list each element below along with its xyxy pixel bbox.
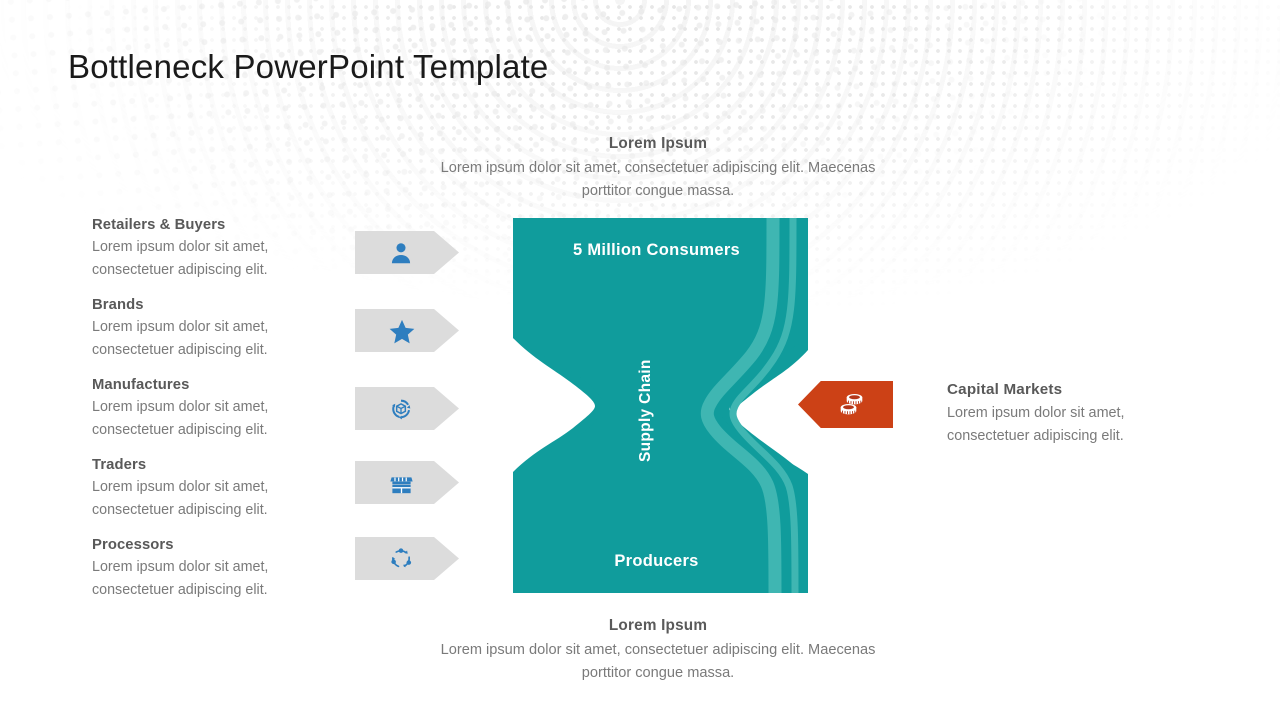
list-item-title: Processors (92, 537, 174, 553)
chevron-arrow-processors[interactable] (355, 537, 459, 580)
box-cycle-icon (388, 396, 414, 422)
hourglass-top-label: 5 Million Consumers (572, 241, 741, 259)
storefront-icon (388, 470, 414, 496)
list-item-title: Traders (92, 457, 147, 473)
list-item-desc: Lorem ipsum dolor sit amet, consectetuer… (92, 239, 269, 278)
list-item[interactable]: Manufactures Lorem ipsum dolor sit amet,… (92, 374, 344, 442)
process-cycle-icon (388, 546, 414, 572)
list-item-title: Manufactures (92, 377, 190, 393)
list-item[interactable]: Traders Lorem ipsum dolor sit amet, cons… (92, 454, 344, 522)
list-item-desc: Lorem ipsum dolor sit amet, consectetuer… (92, 319, 269, 358)
list-item[interactable]: Retailers & Buyers Lorem ipsum dolor sit… (92, 214, 344, 282)
chevron-arrow-manufactures[interactable] (355, 387, 459, 430)
list-item-title: Brands (92, 297, 144, 313)
coins-stack-icon (835, 390, 869, 420)
list-item-desc: Lorem ipsum dolor sit amet, consectetuer… (92, 559, 269, 598)
top-block-title: Lorem Ipsum (608, 135, 708, 152)
capital-markets-desc: Lorem ipsum dolor sit amet, consectetuer… (947, 405, 1125, 444)
bottom-block-desc: Lorem ipsum dolor sit amet, consectetuer… (440, 642, 876, 681)
slide-canvas: Bottleneck PowerPoint Template Retailers… (0, 0, 1280, 720)
chevron-arrow-brands[interactable] (355, 309, 459, 352)
hourglass-bottom-label: Producers (614, 552, 699, 570)
top-description-block: Lorem Ipsum Lorem ipsum dolor sit amet, … (423, 132, 893, 203)
page-title: Bottleneck PowerPoint Template (68, 48, 549, 85)
star-icon (388, 318, 415, 344)
bottom-description-block: Lorem Ipsum Lorem ipsum dolor sit amet, … (423, 614, 893, 685)
hourglass-middle-label: Supply Chain (637, 359, 654, 462)
list-item-desc: Lorem ipsum dolor sit amet, consectetuer… (92, 399, 269, 438)
capital-markets-block: Capital Markets Lorem ipsum dolor sit am… (947, 378, 1207, 448)
list-item-title: Retailers & Buyers (92, 217, 226, 233)
list-item-desc: Lorem ipsum dolor sit amet, consectetuer… (92, 479, 269, 518)
capital-markets-title: Capital Markets (947, 381, 1063, 398)
user-icon (388, 240, 414, 266)
top-block-desc: Lorem ipsum dolor sit amet, consectetuer… (440, 160, 876, 199)
chevron-arrow-traders[interactable] (355, 461, 459, 504)
list-item[interactable]: Processors Lorem ipsum dolor sit amet, c… (92, 534, 344, 602)
chevron-arrow-retailers[interactable] (355, 231, 459, 274)
left-category-list: Retailers & Buyers Lorem ipsum dolor sit… (92, 214, 344, 602)
bottom-block-title: Lorem Ipsum (608, 617, 708, 634)
list-item[interactable]: Brands Lorem ipsum dolor sit amet, conse… (92, 294, 344, 362)
